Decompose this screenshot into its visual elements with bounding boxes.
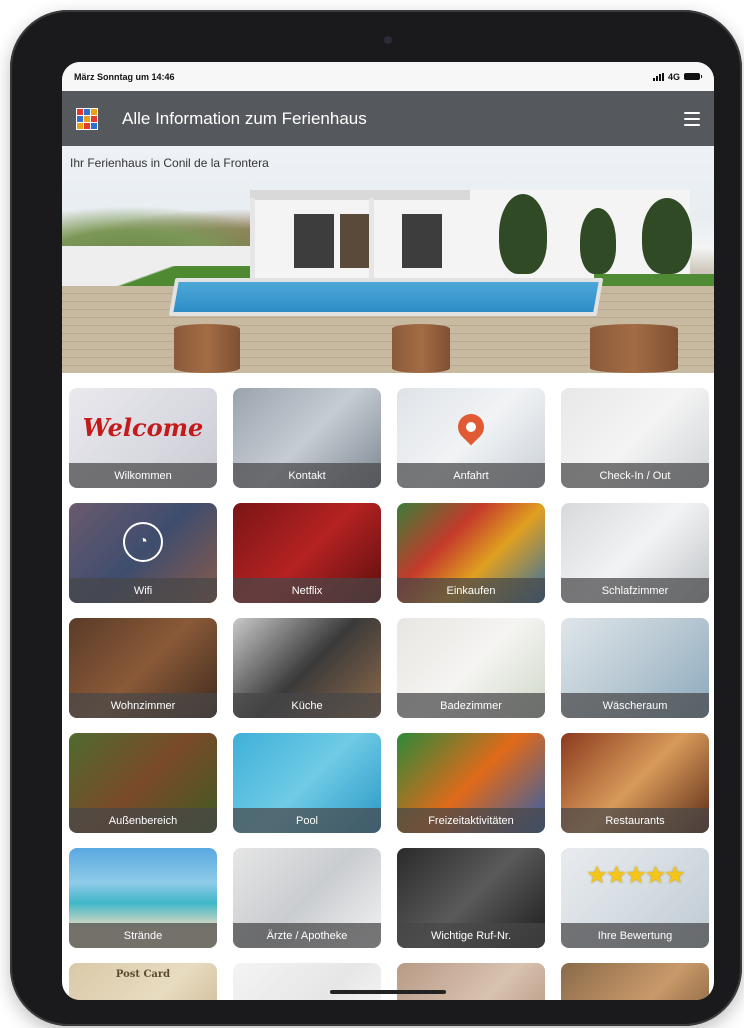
tablet-frame: März Sonntag um 14:46 4G Alle Informatio… [10, 10, 742, 1026]
app-header: Alle Information zum Ferienhaus [62, 91, 714, 146]
tile-partial-20[interactable]: Post Card [69, 963, 217, 1000]
tile-küche[interactable]: Küche [233, 618, 381, 718]
tile-label: Netflix [233, 578, 381, 603]
tile-wifi[interactable]: ◔ Wifi [69, 503, 217, 603]
tile-schlafzimmer[interactable]: Schlafzimmer [561, 503, 709, 603]
tile-label: Wifi [69, 578, 217, 603]
tile-restaurants[interactable]: Restaurants [561, 733, 709, 833]
tile-label: Ärzte / Apotheke [233, 923, 381, 948]
tile-label: Wäscheraum [561, 693, 709, 718]
tile-kontakt[interactable]: Kontakt [233, 388, 381, 488]
hero-caption: Ihr Ferienhaus in Conil de la Frontera [70, 156, 269, 170]
laptop-icon [397, 963, 545, 1000]
tile-label: Wilkommen [69, 463, 217, 488]
network-label: 4G [667, 71, 680, 82]
hamburger-menu-icon[interactable] [684, 111, 700, 126]
tile-wichtige-ruf-nr[interactable]: Wichtige Ruf-Nr. [397, 848, 545, 948]
welcome-word: Welcome [82, 412, 204, 442]
tile-einkaufen[interactable]: Einkaufen [397, 503, 545, 603]
front-camera [384, 36, 392, 44]
tile-label: Ihre Bewertung [561, 923, 709, 948]
postcard-icon: Post Card [69, 963, 217, 1000]
bread-icon [561, 963, 709, 1000]
tile-anfahrt[interactable]: Anfahrt [397, 388, 545, 488]
tile-label: Pool [233, 808, 381, 833]
tile-label: Anfahrt [397, 463, 545, 488]
tile-label: Einkaufen [397, 578, 545, 603]
battery-icon [684, 73, 702, 80]
page-title: Alle Information zum Ferienhaus [122, 108, 367, 128]
tile-wäscheraum[interactable]: Wäscheraum [561, 618, 709, 718]
tile-freizeitaktivitäten[interactable]: Freizeitaktivitäten [397, 733, 545, 833]
tile-label: Badezimmer [397, 693, 545, 718]
signal-icon [652, 72, 664, 81]
tile-pool[interactable]: Pool [233, 733, 381, 833]
tile-label: Wichtige Ruf-Nr. [397, 923, 545, 948]
rating-stars: ★★★★★ [586, 861, 686, 889]
status-indicators: 4G [652, 71, 702, 82]
tile-strände[interactable]: Strände [69, 848, 217, 948]
pool-shape [168, 278, 604, 316]
screen: März Sonntag um 14:46 4G Alle Informatio… [62, 62, 714, 1000]
tile-partial-23[interactable] [561, 963, 709, 1000]
status-bar: März Sonntag um 14:46 4G [62, 62, 714, 91]
tile-check-in-out[interactable]: Check-In / Out [561, 388, 709, 488]
tile-wilkommen[interactable]: Welcome Wilkommen [69, 388, 217, 488]
tile-partial-21[interactable] [233, 963, 381, 1000]
postcard-text: Post Card [115, 969, 171, 980]
notes-icon [233, 963, 381, 1000]
tile-label: Wohnzimmer [69, 693, 217, 718]
tile-grid: Welcome Wilkommen Kontakt Anfahrt Check-In /… [62, 373, 714, 1000]
tile-label: Check-In / Out [561, 463, 709, 488]
tile-wohnzimmer[interactable]: Wohnzimmer [69, 618, 217, 718]
tile-badezimmer[interactable]: Badezimmer [397, 618, 545, 718]
hero-image: Ihr Ferienhaus in Conil de la Frontera [62, 146, 714, 373]
tile-label: Küche [233, 693, 381, 718]
tile-netflix[interactable]: Netflix [233, 503, 381, 603]
tile-ihre-bewertung[interactable]: ★★★★★ Ihre Bewertung [561, 848, 709, 948]
tile-label: Restaurants [561, 808, 709, 833]
app-logo-icon[interactable] [76, 107, 98, 130]
tile-label: Außenbereich [69, 808, 217, 833]
tile-außenbereich[interactable]: Außenbereich [69, 733, 217, 833]
tile-label: Schlafzimmer [561, 578, 709, 603]
home-indicator[interactable] [330, 990, 446, 994]
tile-ärzte-apotheke[interactable]: Ärzte / Apotheke [233, 848, 381, 948]
tile-label: Freizeitaktivitäten [397, 808, 545, 833]
tile-label: Kontakt [233, 463, 381, 488]
status-time: März Sonntag um 14:46 [74, 71, 175, 82]
tile-label: Strände [69, 923, 217, 948]
tile-partial-22[interactable] [397, 963, 545, 1000]
